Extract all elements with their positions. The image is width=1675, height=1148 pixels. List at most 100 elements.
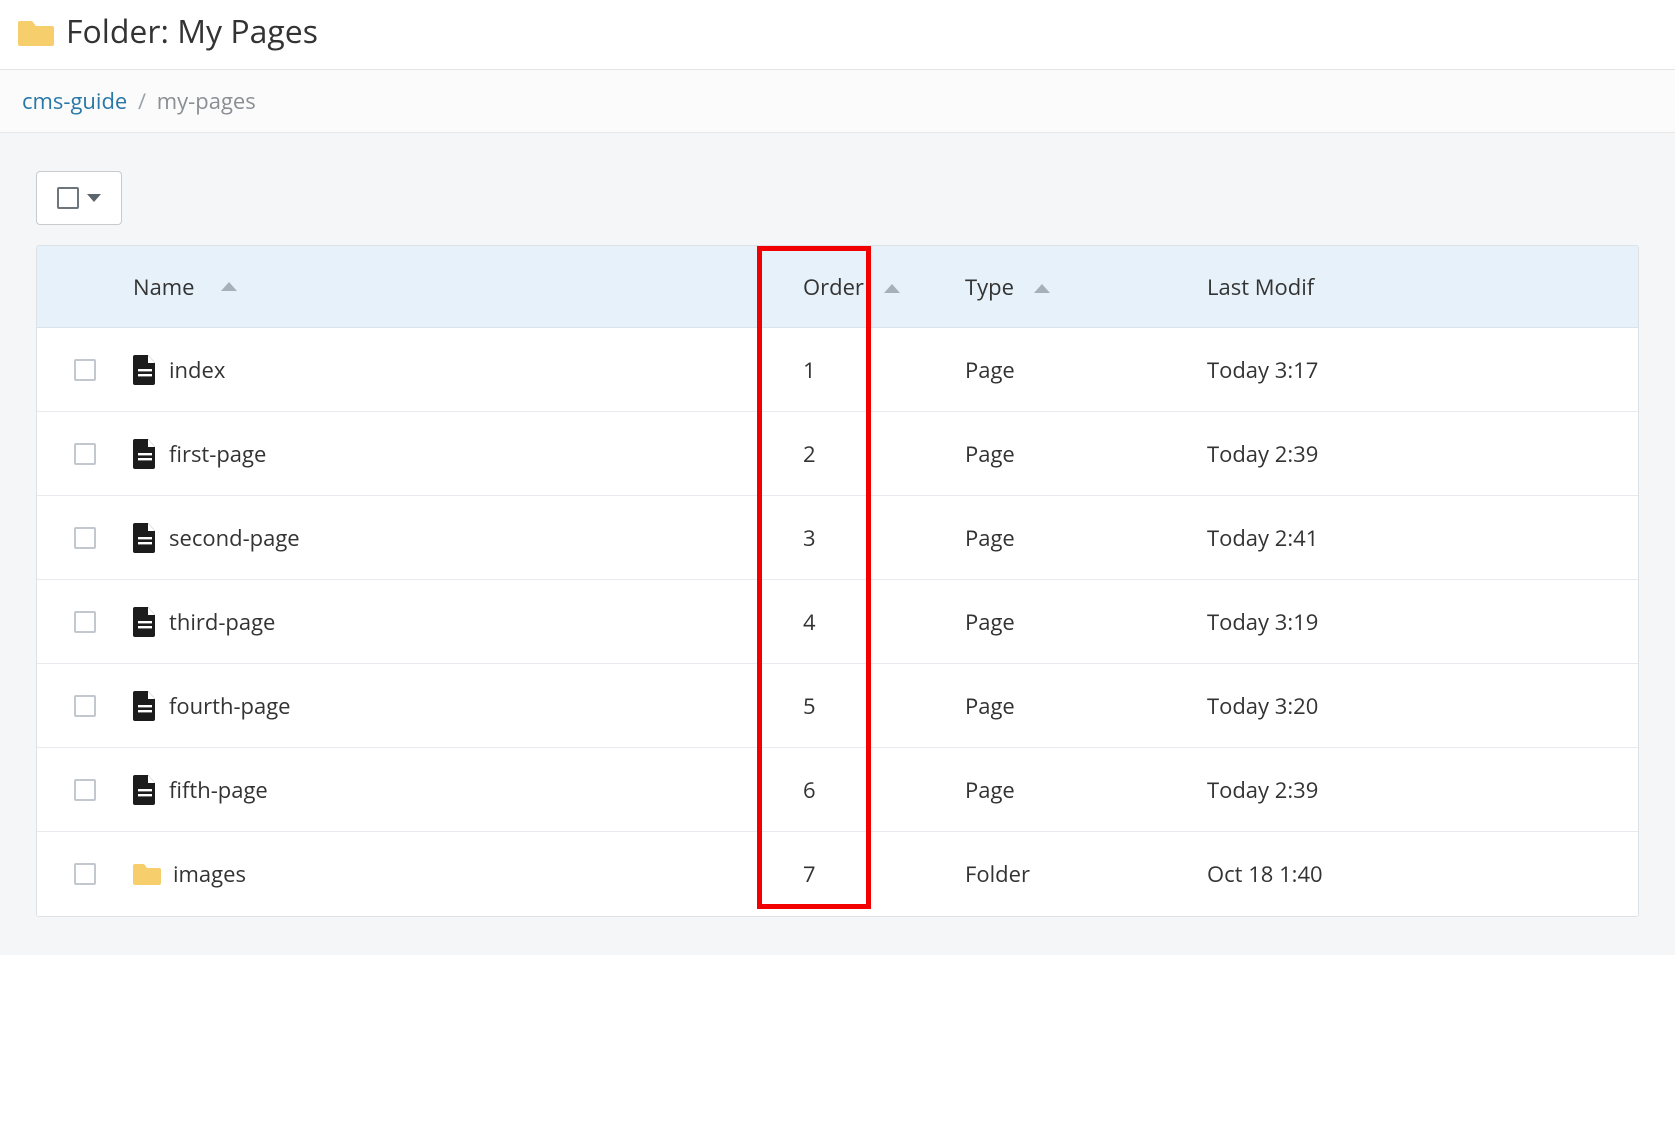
row-checkbox[interactable] (74, 779, 96, 801)
row-name[interactable]: first-page (169, 439, 266, 469)
row-modified-cell: Today 3:17 (1199, 355, 1638, 385)
row-type: Folder (965, 859, 1030, 889)
row-checkbox[interactable] (74, 695, 96, 717)
table-header-row: Name Order Type Last Modif (37, 246, 1638, 328)
row-order-cell: 3 (773, 523, 941, 553)
folder-icon (133, 862, 161, 886)
col-header-type[interactable]: Type (941, 272, 1199, 302)
page-icon (133, 775, 157, 805)
row-name-cell: second-page (133, 523, 773, 553)
row-name-cell: third-page (133, 607, 773, 637)
col-header-name-label: Name (133, 272, 195, 302)
breadcrumb-root-link[interactable]: cms-guide (22, 86, 127, 116)
row-name[interactable]: second-page (169, 523, 300, 553)
col-header-name[interactable]: Name (133, 272, 773, 302)
page-icon (133, 439, 157, 469)
row-modified: Today 3:17 (1207, 355, 1318, 385)
row-modified: Today 2:39 (1207, 439, 1318, 469)
row-name[interactable]: fifth-page (169, 775, 268, 805)
table-row[interactable]: first-page2PageToday 2:39 (37, 412, 1638, 496)
row-name-cell: fifth-page (133, 775, 773, 805)
row-modified-cell: Today 2:39 (1199, 439, 1638, 469)
page-icon (133, 523, 157, 553)
row-order: 7 (803, 859, 816, 889)
row-checkbox[interactable] (74, 611, 96, 633)
row-type: Page (965, 355, 1015, 385)
row-modified-cell: Today 3:19 (1199, 607, 1638, 637)
row-order-cell: 7 (773, 859, 941, 889)
breadcrumb-current: my-pages (157, 86, 256, 116)
table-row[interactable]: fifth-page 6 Page Today 2:39 (37, 748, 1638, 832)
row-type-cell: Folder (941, 859, 1199, 889)
row-name-cell: first-page (133, 439, 773, 469)
row-name-cell: fourth-page (133, 691, 773, 721)
page-header: Folder: My Pages (0, 0, 1675, 70)
toolbar (36, 171, 1639, 225)
row-checkbox-cell (37, 863, 133, 885)
row-order: 3 (803, 523, 816, 553)
row-order: 2 (803, 439, 816, 469)
table-row[interactable]: fourth-page 5 Page Today 3:20 (37, 664, 1638, 748)
row-order-cell: 2 (773, 439, 941, 469)
row-modified: Oct 18 1:40 (1207, 859, 1323, 889)
page-icon (133, 691, 157, 721)
row-order-cell: 5 (773, 691, 941, 721)
folder-icon (18, 17, 54, 47)
table-row[interactable]: third-page 4 Page Today 3:19 (37, 580, 1638, 664)
col-header-modified-label: Last Modif (1207, 272, 1314, 302)
row-order-cell: 6 (773, 775, 941, 805)
col-header-order-label: Order (803, 272, 864, 302)
row-checkbox-cell (37, 359, 133, 381)
row-type: Page (965, 691, 1015, 721)
row-modified: Today 3:19 (1207, 607, 1318, 637)
row-checkbox[interactable] (74, 359, 96, 381)
checkbox-icon (57, 187, 79, 209)
row-modified: Today 2:41 (1207, 523, 1318, 553)
row-order: 5 (803, 691, 816, 721)
row-checkbox-cell (37, 695, 133, 717)
col-header-type-label: Type (965, 272, 1014, 302)
row-type-cell: Page (941, 775, 1199, 805)
row-name[interactable]: images (173, 859, 246, 889)
row-name[interactable]: fourth-page (169, 691, 291, 721)
col-header-modified[interactable]: Last Modif (1199, 272, 1638, 302)
row-name[interactable]: third-page (169, 607, 275, 637)
row-type-cell: Page (941, 607, 1199, 637)
select-all-dropdown[interactable] (36, 171, 122, 225)
sort-asc-icon (884, 284, 900, 293)
row-checkbox[interactable] (74, 527, 96, 549)
breadcrumb: cms-guide / my-pages (0, 70, 1675, 133)
row-checkbox[interactable] (74, 443, 96, 465)
row-modified-cell: Today 2:41 (1199, 523, 1638, 553)
table-row[interactable]: second-page 3 Page Today 2:41 (37, 496, 1638, 580)
row-order: 4 (803, 607, 816, 637)
row-type: Page (965, 523, 1015, 553)
row-order: 1 (803, 355, 816, 385)
row-type: Page (965, 607, 1015, 637)
row-modified: Today 3:20 (1207, 691, 1318, 721)
file-table: Name Order Type Last Modif index 1 Page Tod… (36, 245, 1639, 917)
col-header-order[interactable]: Order (773, 272, 941, 302)
row-type-cell: Page (941, 523, 1199, 553)
table-row[interactable]: images 7 Folder Oct 18 1:40 (37, 832, 1638, 916)
row-checkbox[interactable] (74, 863, 96, 885)
row-order-cell: 1 (773, 355, 941, 385)
sort-asc-icon (221, 282, 237, 291)
row-type-cell: Page (941, 691, 1199, 721)
row-type: Page (965, 775, 1015, 805)
row-name[interactable]: index (169, 355, 225, 385)
row-name-cell: index (133, 355, 773, 385)
row-checkbox-cell (37, 779, 133, 801)
row-order: 6 (803, 775, 816, 805)
row-checkbox-cell (37, 443, 133, 465)
row-name-cell: images (133, 859, 773, 889)
row-checkbox-cell (37, 611, 133, 633)
row-order-cell: 4 (773, 607, 941, 637)
page-icon (133, 355, 157, 385)
row-checkbox-cell (37, 527, 133, 549)
content-area: Name Order Type Last Modif index 1 Page Tod… (0, 133, 1675, 955)
row-modified: Today 2:39 (1207, 775, 1318, 805)
table-row[interactable]: index 1 Page Today 3:17 (37, 328, 1638, 412)
chevron-down-icon (87, 194, 101, 202)
row-type-cell: Page (941, 355, 1199, 385)
